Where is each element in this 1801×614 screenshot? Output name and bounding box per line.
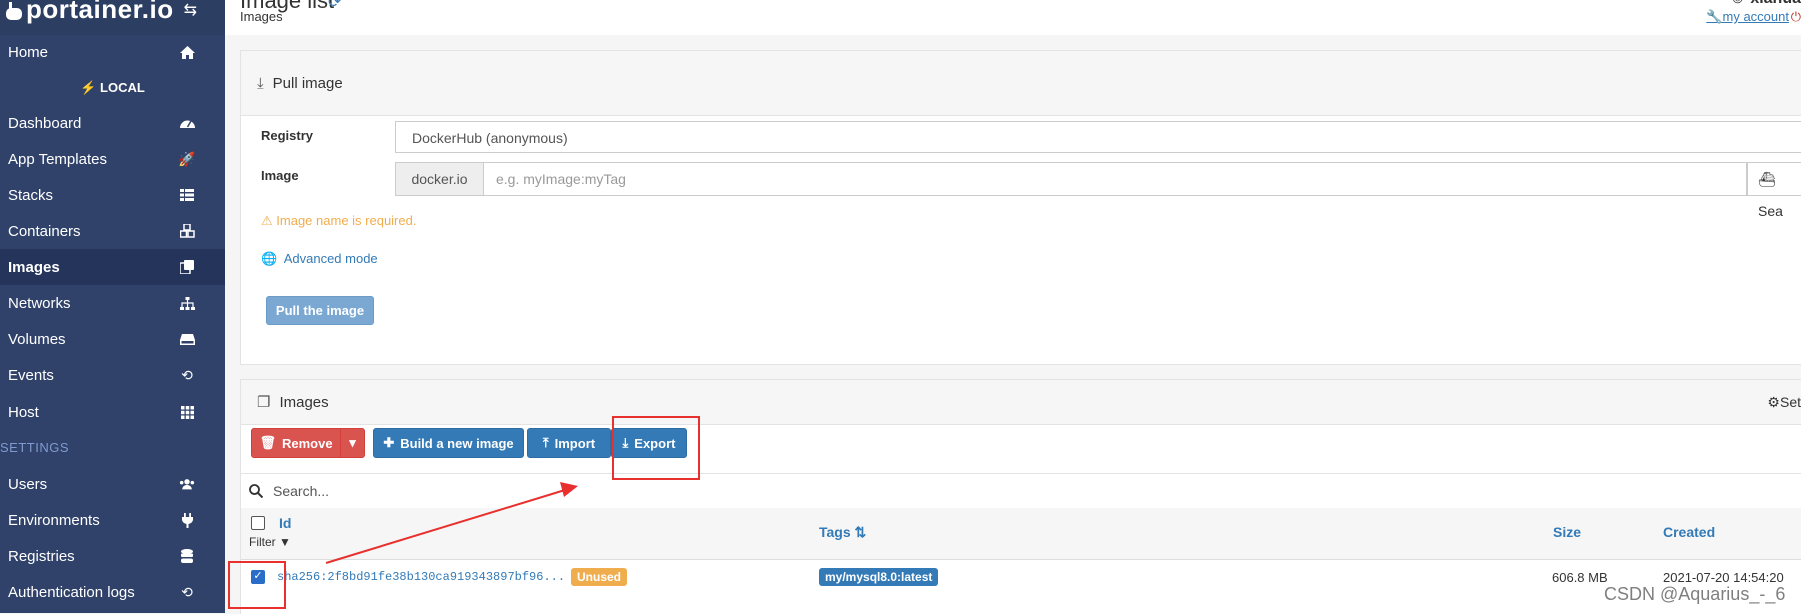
watermark: CSDN @Aquarius_-_6 xyxy=(1604,584,1786,604)
annotation-arrow xyxy=(325,482,578,564)
